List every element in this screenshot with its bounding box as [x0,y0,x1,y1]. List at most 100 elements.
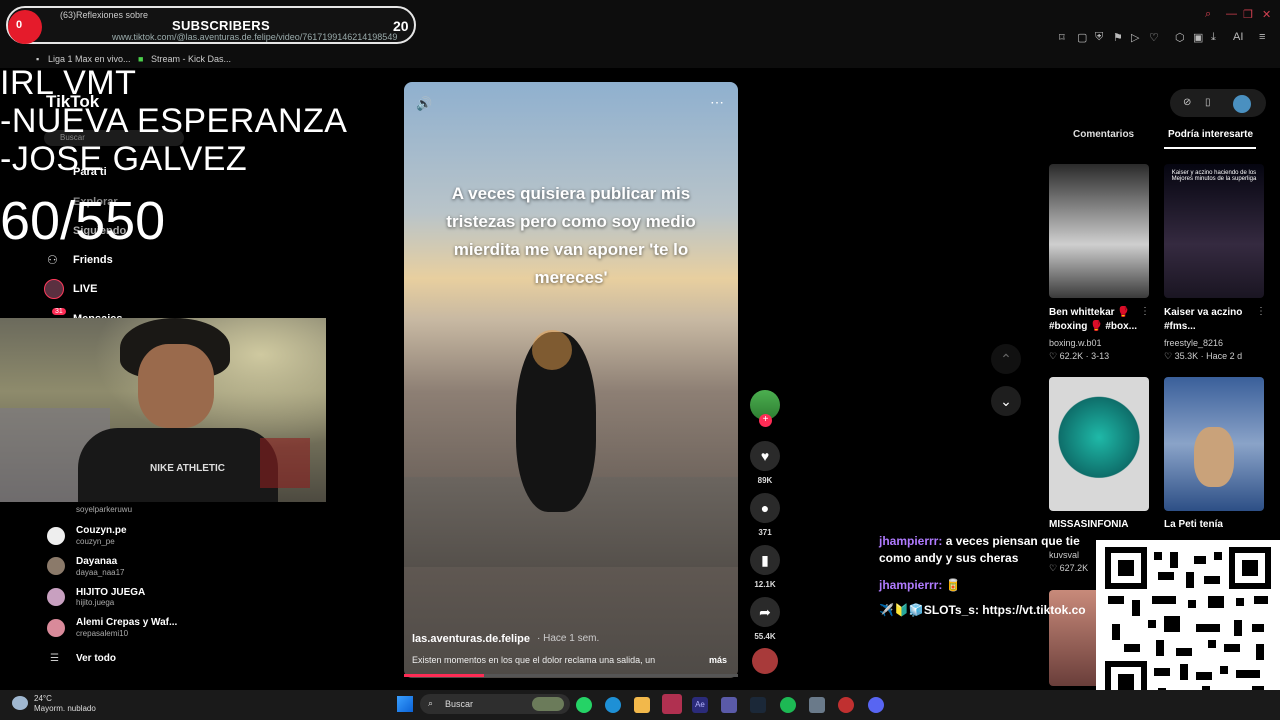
menu-icon[interactable]: ≡ [1259,31,1265,43]
box-icon[interactable]: ▣ [1193,31,1203,44]
settings-gear-icon[interactable] [809,697,825,713]
recommendation-title-2[interactable]: Kaiser va aczino #fms... [1164,306,1256,334]
screenshot-icon[interactable]: ▢ [1077,31,1087,44]
following-name-4[interactable]: Alemi Crepas y Waf... [76,617,177,628]
following-avatar-4[interactable] [47,619,65,637]
recommendation-thumb-4[interactable] [1164,377,1264,511]
previous-video-button[interactable]: ⌃ [991,344,1021,374]
profile-avatar[interactable] [1233,95,1251,113]
recommendation-user-2[interactable]: freestyle_8216 [1164,338,1223,348]
chat-message-1: jhampierrr: a veces piensan que tie como… [879,533,1099,567]
chat-text-2: 🥫 [945,578,961,592]
recommendation-thumb-2[interactable]: Kaiser y aczino haciendo de los Mejores … [1164,164,1264,298]
windows-start-icon[interactable] [397,696,413,712]
maximize-icon[interactable]: ❐ [1243,8,1253,21]
following-avatar-1[interactable] [47,527,65,545]
following-handle-2[interactable]: dayaa_naa17 [76,568,125,577]
discord-icon[interactable] [868,697,884,713]
next-video-button[interactable]: ⌄ [991,386,1021,416]
spotify-icon[interactable] [780,697,796,713]
following-name-2[interactable]: Dayanaa [76,556,117,567]
overlay-counter: 60/550 [0,191,166,251]
recommendation-title-1[interactable]: Ben whittekar 🥊 #boxing 🥊 #box... [1049,306,1141,334]
sound-disc-icon[interactable] [752,648,778,674]
tab-podria-interesarte[interactable]: Podría interesarte [1168,129,1253,140]
bookmark-star-icon[interactable]: ⌑ [1059,31,1065,44]
following-handle-1[interactable]: couzyn_pe [76,537,115,546]
views-icon: ♡ [1049,351,1060,361]
extensions-icon[interactable]: ⬡ [1175,31,1185,44]
bookmark-liga1[interactable]: Liga 1 Max en vivo... [48,54,131,64]
after-effects-icon[interactable]: Ae [692,697,708,713]
browser-tab-title[interactable]: (63)Reflexiones sobre [60,10,148,20]
weather-widget[interactable]: 24°C Mayorm. nublado [34,694,96,714]
follow-plus-icon[interactable]: + [759,414,772,427]
teams-icon[interactable] [721,697,737,713]
search-icon[interactable]: ⌕ [1205,8,1211,21]
file-explorer-icon[interactable] [634,697,650,713]
following-name-3[interactable]: HIJITO JUEGA [76,587,145,598]
share-count: 55.4K [754,632,776,641]
browser-icon[interactable] [662,694,682,714]
video-author[interactable]: las.aventuras.de.felipe [412,633,530,645]
nav-item-friends[interactable]: Friends [73,254,113,266]
more-options-icon[interactable]: ⋯ [710,94,724,111]
download-icon[interactable]: ⤓ [1211,31,1216,44]
save-count: 12.1K [754,580,776,589]
webcam-shirt-logo: NIKE ATHLETIC [150,463,225,474]
taskbar-search[interactable]: ⌕ Buscar [420,694,570,714]
recommendation-title-3[interactable]: MISSASINFONIA [1049,518,1128,532]
see-all-link[interactable]: Ver todo [76,653,116,664]
phone-icon[interactable]: ▯ [1205,97,1211,108]
save-button[interactable]: ▮ [750,545,780,575]
recommendation-title-4[interactable]: La Peti tenía [1164,518,1223,532]
tab-comentarios[interactable]: Comentarios [1073,129,1134,140]
recommendation-thumb-2-text: Kaiser y aczino haciendo de los Mejores … [1171,170,1257,182]
recommendation-stats-2: ♡ 35.3K · Hace 2 d [1164,351,1242,362]
nav-item-live[interactable]: LIVE [73,283,97,295]
webcam-face [138,344,214,428]
recommendation-thumb-1[interactable] [1049,164,1149,298]
whatsapp-icon[interactable] [576,697,592,713]
qr-code [1096,540,1280,710]
compass-icon[interactable]: ⊘ [1183,97,1191,108]
comment-button[interactable]: ● [750,493,780,523]
video-description: Existen momentos en los que el dolor rec… [412,655,656,665]
volume-icon[interactable]: 🔊 [416,96,432,112]
shield-icon[interactable]: ⛨ [1095,31,1103,44]
close-icon[interactable]: ✕ [1262,8,1271,21]
video-penguin-highlight [532,330,572,370]
weather-cloud-icon [12,696,28,710]
following-avatar-2[interactable] [47,557,65,575]
like-count: 89K [757,476,773,485]
heart-icon[interactable]: ♡ [1149,31,1159,44]
following-avatar-3[interactable] [47,588,65,606]
recommendation-more-icon-2[interactable]: ⋮ [1256,306,1266,317]
recommendation-views-1: 62.2K [1059,351,1084,361]
following-name-1[interactable]: Couzyn.pe [76,525,127,536]
steam-icon[interactable] [750,697,766,713]
minimize-icon[interactable]: — [1226,8,1237,20]
overlay-line-2: -NUEVA ESPERANZA [0,102,348,140]
recommendation-user-1[interactable]: boxing.w.b01 [1049,338,1102,348]
share-button[interactable]: ➦ [750,597,780,627]
bookmark-icon: ▪ [36,54,40,64]
bookmark-kick[interactable]: Stream - Kick Das... [151,54,231,64]
video-player[interactable]: 🔊 ⋯ [404,82,738,678]
following-handle-0[interactable]: soyelparkeruwu [76,505,132,514]
ai-icon[interactable]: AI [1233,31,1243,43]
following-handle-3[interactable]: hijito.juega [76,598,114,607]
chat-user-2: jhampierrr: [879,578,943,592]
following-handle-4[interactable]: crepasalemi10 [76,629,128,638]
video-more-link[interactable]: más [709,655,727,665]
recommendation-thumb-3[interactable] [1049,377,1149,511]
recommendation-more-icon-1[interactable]: ⋮ [1140,306,1150,317]
edge-icon[interactable] [605,697,621,713]
translate-icon[interactable]: ⚑ [1113,31,1123,44]
video-posted-time: · Hace 1 sem. [537,633,600,644]
like-button[interactable]: ♥ [750,441,780,471]
chat-message-2: jhampierrr: 🥫 [879,577,961,594]
play-icon[interactable]: ▷ [1131,31,1139,44]
obs-icon[interactable] [838,697,854,713]
address-bar-url[interactable]: www.tiktok.com/@las.aventuras.de.felipe/… [112,32,397,42]
